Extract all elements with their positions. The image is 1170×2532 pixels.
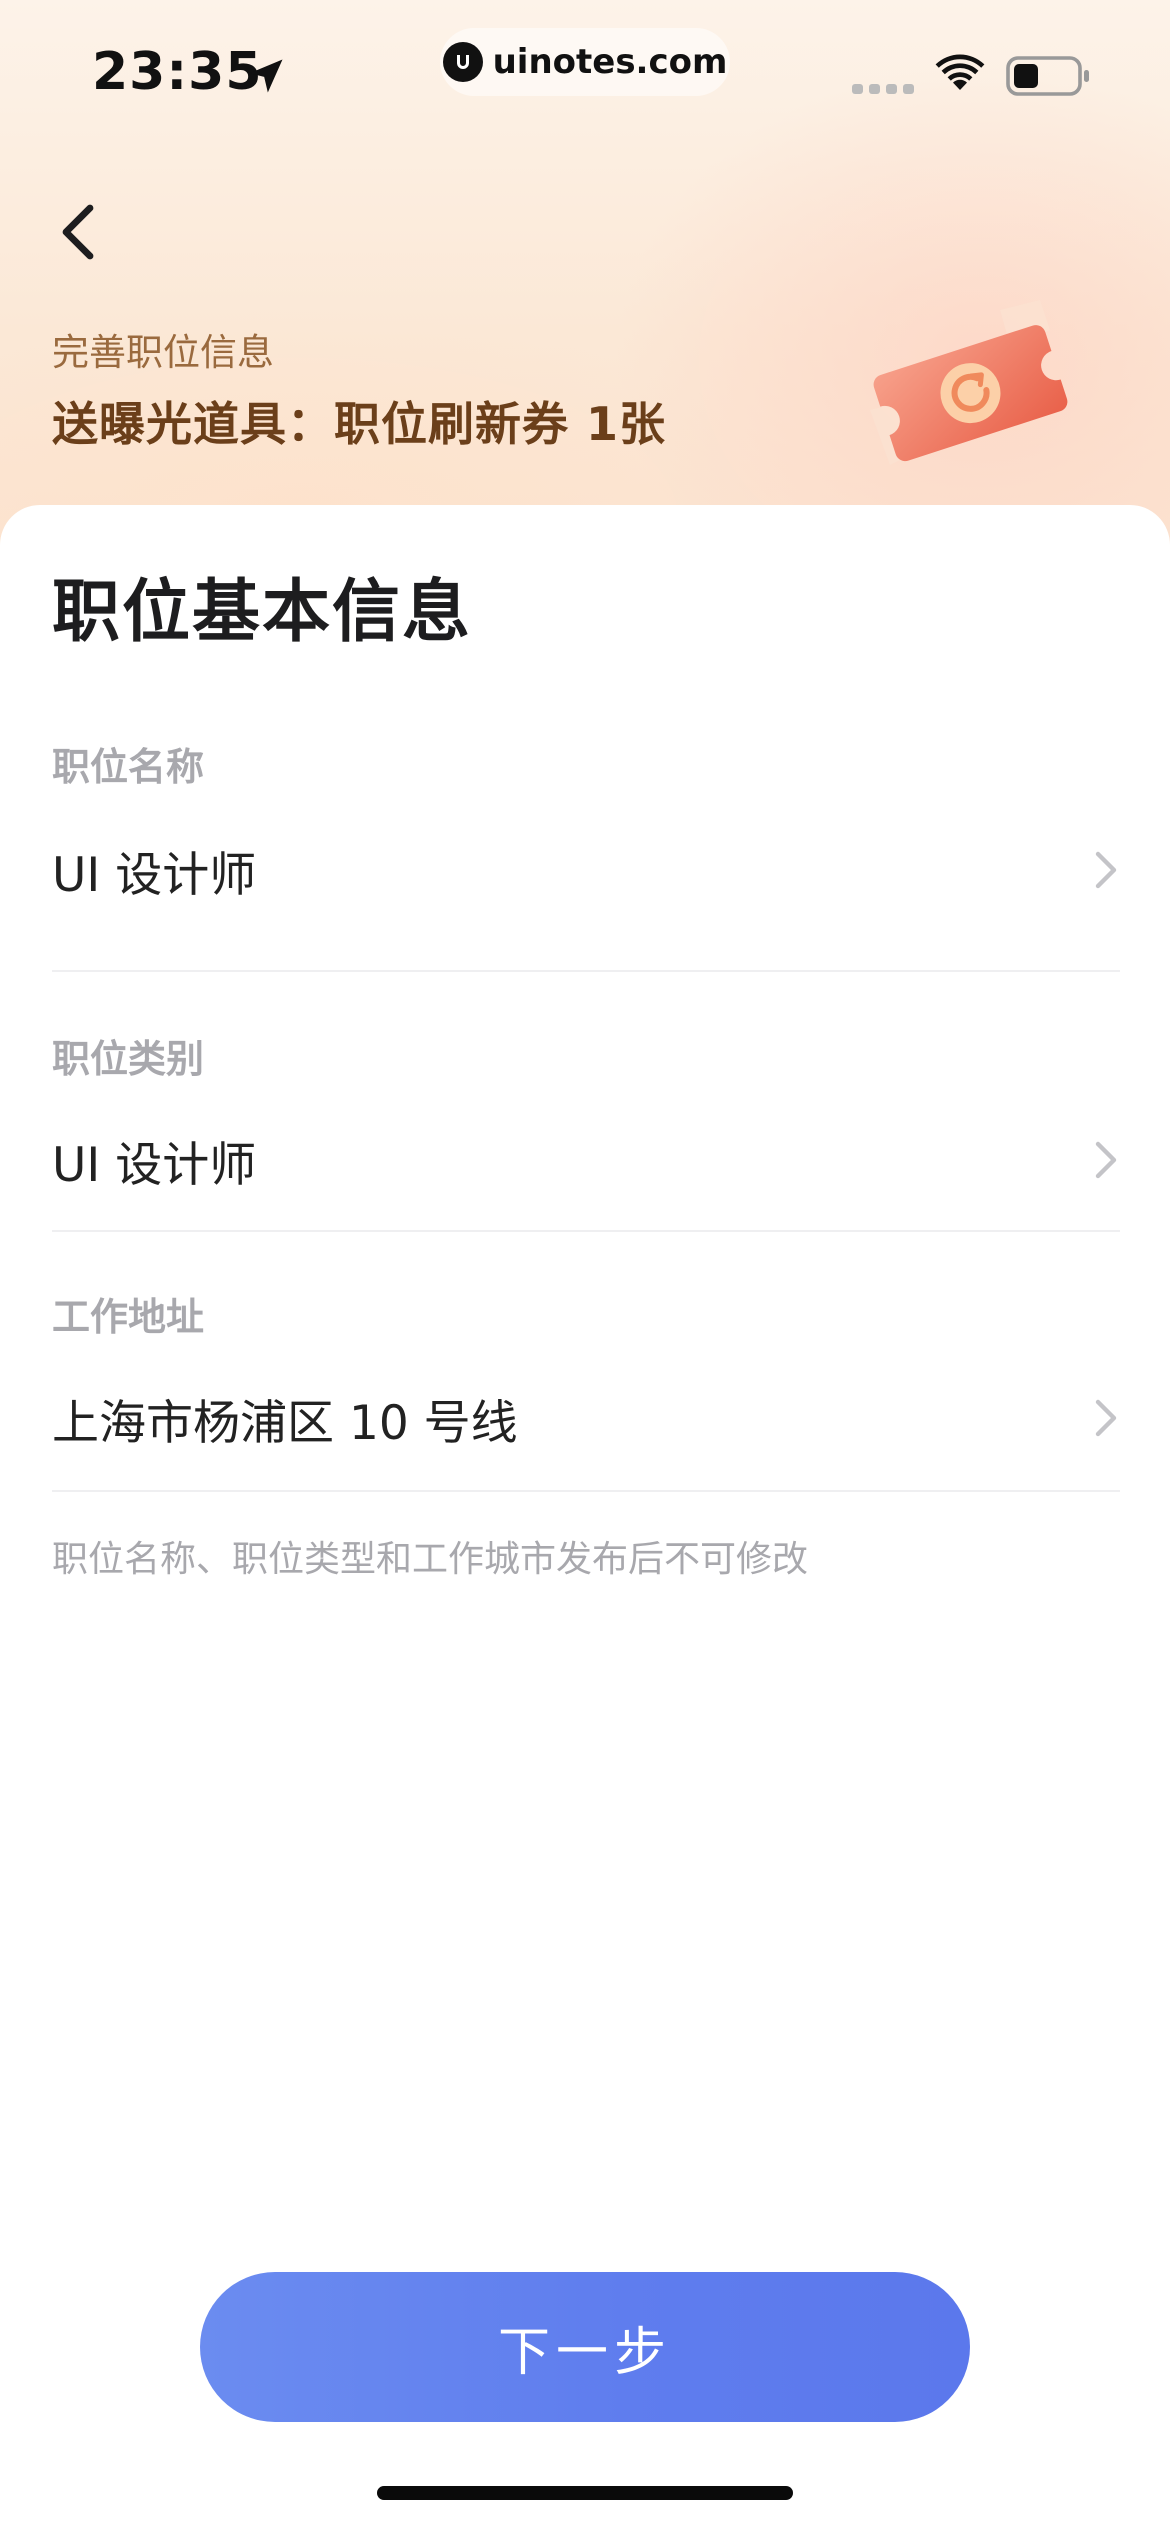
- wifi-icon: [935, 54, 985, 90]
- location-arrow-icon: [249, 59, 283, 93]
- cellular-signal-icon: [852, 84, 914, 94]
- field-value: UI 设计师: [52, 1138, 257, 1193]
- promo-title: 送曝光道具：职位刷新券 1张: [52, 397, 667, 451]
- url-text: uinotes.com: [492, 42, 728, 82]
- status-time: 23:35: [92, 42, 263, 102]
- url-pill[interactable]: uinotes.com: [440, 28, 730, 96]
- back-chevron-icon[interactable]: [50, 200, 110, 264]
- divider: [52, 1490, 1120, 1492]
- field-job-title[interactable]: 职位名称 UI 设计师: [52, 736, 1120, 972]
- next-step-button[interactable]: 下一步: [200, 2272, 970, 2422]
- refresh-ticket-icon: [870, 300, 1068, 465]
- field-label: 工作地址: [52, 1295, 205, 1339]
- field-label: 职位名称: [52, 745, 205, 789]
- divider: [52, 1230, 1120, 1232]
- chevron-right-icon: [1095, 1399, 1117, 1437]
- hint-text: 职位名称、职位类型和工作城市发布后不可修改: [52, 1539, 809, 1580]
- field-work-address[interactable]: 工作地址 上海市杨浦区 10 号线: [52, 1286, 1120, 1492]
- promo-subtitle: 完善职位信息: [52, 331, 274, 374]
- chevron-right-icon: [1095, 1141, 1117, 1179]
- field-value: UI 设计师: [52, 848, 257, 903]
- site-logo-icon: [442, 42, 483, 82]
- home-indicator[interactable]: [377, 2486, 793, 2500]
- field-value: 上海市杨浦区 10 号线: [52, 1396, 518, 1451]
- chevron-right-icon: [1095, 851, 1117, 889]
- field-label: 职位类别: [52, 1037, 205, 1081]
- divider: [52, 970, 1120, 972]
- field-job-category[interactable]: 职位类别 UI 设计师: [52, 1028, 1120, 1232]
- battery-icon: [1006, 56, 1089, 96]
- section-title: 职位基本信息: [52, 573, 473, 652]
